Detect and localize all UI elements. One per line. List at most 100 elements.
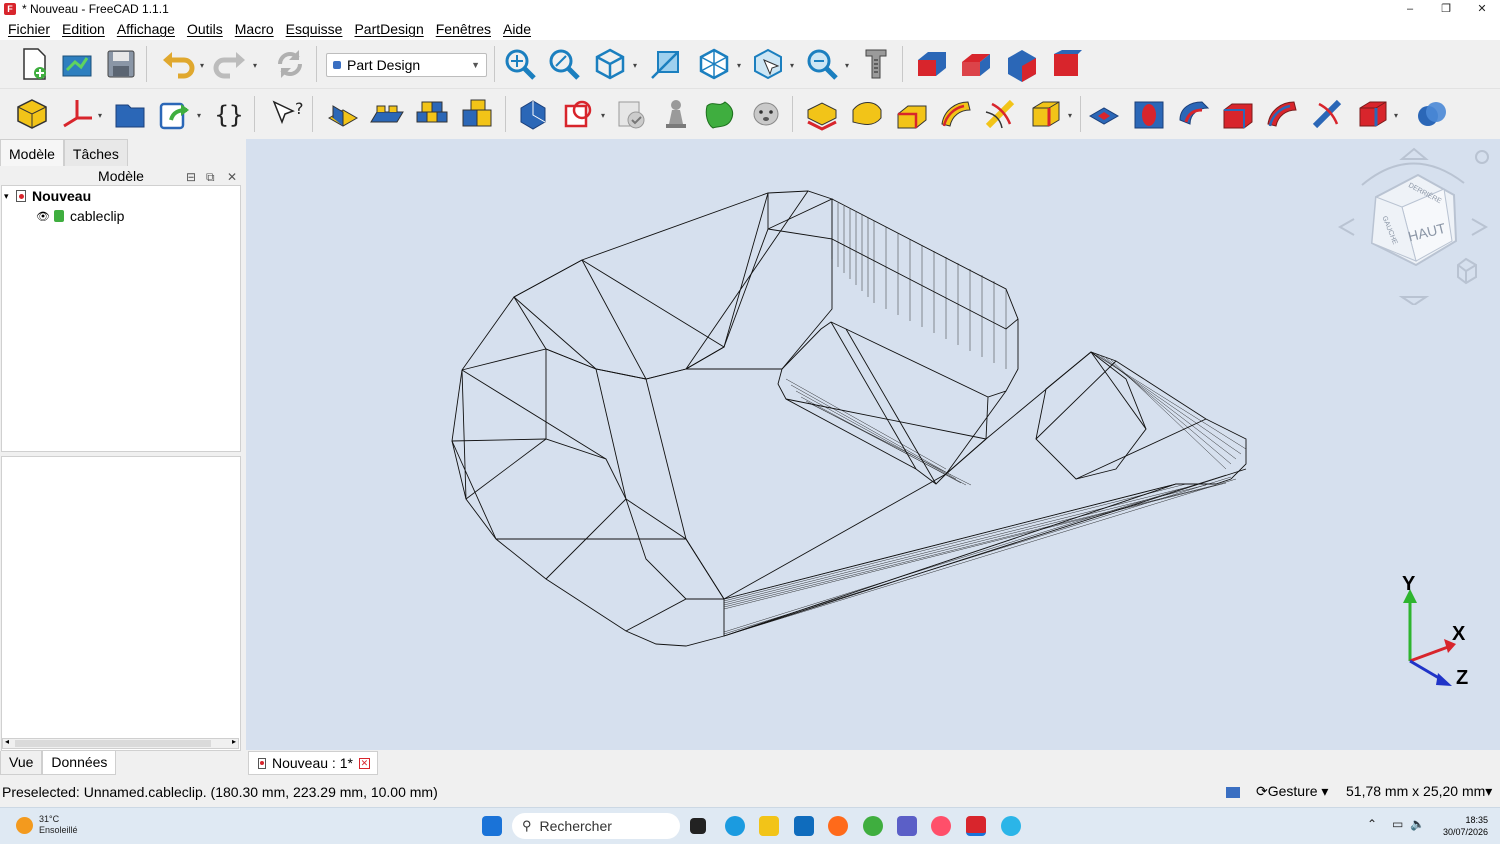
firefox-dev-icon[interactable] <box>931 816 951 836</box>
dimension-readout[interactable]: 51,78 mm x 25,20 mm▾ <box>1346 783 1492 800</box>
view-right-icon[interactable] <box>1004 46 1040 82</box>
additive-helix-icon[interactable] <box>982 96 1018 132</box>
sub-shape-binder-icon[interactable] <box>560 96 596 132</box>
validate-sketch-icon[interactable] <box>414 96 450 132</box>
fit-selection-icon[interactable] <box>546 46 582 82</box>
close-panel-icon[interactable]: ✕ <box>227 168 237 186</box>
navigation-style-selector[interactable]: ⟳Gesture ▾ <box>1256 783 1328 800</box>
view-rear-icon[interactable] <box>1048 46 1084 82</box>
pad-icon[interactable] <box>804 96 840 132</box>
network-icon[interactable]: ▭ <box>1392 817 1403 831</box>
weather-widget[interactable]: 31°C Ensoleillé <box>16 814 78 836</box>
create-part-icon[interactable] <box>112 96 148 132</box>
link-dropdown-icon[interactable]: ▾ <box>197 112 205 120</box>
windows-start-icon[interactable] <box>482 816 502 836</box>
create-body-icon[interactable] <box>14 96 50 132</box>
whats-this-icon[interactable]: ? <box>268 96 304 132</box>
tab-vue[interactable]: Vue <box>0 751 43 775</box>
volume-icon[interactable]: 🔈 <box>1410 817 1425 831</box>
menu-affichage[interactable]: Affichage <box>111 21 181 37</box>
additive-primitive-icon[interactable] <box>1027 96 1063 132</box>
new-document-icon[interactable] <box>16 46 52 82</box>
pocket-icon[interactable] <box>1086 96 1122 132</box>
tab-taches[interactable]: Tâches <box>63 139 128 166</box>
groove-icon[interactable] <box>1176 96 1212 132</box>
revolution-icon[interactable] <box>849 96 885 132</box>
task-view-icon[interactable] <box>690 818 706 834</box>
tree-item-cableclip[interactable]: 👁 cableclip <box>36 206 124 226</box>
subtractive-loft-icon[interactable] <box>1220 96 1256 132</box>
datum-icon[interactable] <box>59 96 95 132</box>
draw-style-dropdown-icon[interactable]: ▾ <box>737 62 745 70</box>
maximize-button[interactable]: ❐ <box>1428 0 1464 18</box>
wireframe-model[interactable] <box>246 139 1500 750</box>
freecad-taskbar-icon[interactable] <box>966 816 986 836</box>
float-icon[interactable]: ⧉ <box>206 168 215 186</box>
minimize-button[interactable]: – <box>1392 0 1428 18</box>
binder-dropdown-icon[interactable]: ▾ <box>601 112 609 120</box>
tray-chevron-icon[interactable]: ⌃ <box>1367 817 1377 831</box>
menu-partdesign[interactable]: PartDesign <box>348 21 429 37</box>
undo-dropdown-icon[interactable]: ▾ <box>200 62 208 70</box>
mirror-sketch-icon[interactable] <box>459 96 495 132</box>
menu-outils[interactable]: Outils <box>181 21 229 37</box>
zoom-dropdown-icon[interactable]: ▾ <box>845 62 853 70</box>
attach-sketch-icon[interactable] <box>369 96 405 132</box>
isometric-view-icon[interactable] <box>592 46 628 82</box>
measure-distance-icon[interactable] <box>648 46 684 82</box>
expand-arrow-icon[interactable]: ▾ <box>4 191 16 202</box>
subtractive-helix-icon[interactable] <box>1309 96 1345 132</box>
shape-binder-icon[interactable] <box>515 96 551 132</box>
collapse-icon[interactable]: ⊟ <box>186 168 196 186</box>
visibility-eye-icon[interactable]: 👁 <box>36 210 50 223</box>
boolean-icon[interactable] <box>1414 96 1450 132</box>
additive-loft-section-icon[interactable] <box>894 96 930 132</box>
tab-donnees[interactable]: Données <box>42 751 117 775</box>
box-selection-icon[interactable] <box>750 46 786 82</box>
clock[interactable]: 18:35 30/07/2026 <box>1443 814 1488 838</box>
scroll-left-icon[interactable]: ◂ <box>5 737 9 746</box>
app-green-icon[interactable] <box>863 816 883 836</box>
firefox-icon[interactable] <box>828 816 848 836</box>
menu-macro[interactable]: Macro <box>229 21 280 37</box>
draw-style-icon[interactable] <box>696 46 732 82</box>
link-icon[interactable] <box>157 96 193 132</box>
group-icon[interactable]: {} <box>211 96 247 132</box>
view-dropdown-icon[interactable]: ▾ <box>633 62 641 70</box>
fit-all-icon[interactable] <box>502 46 538 82</box>
app-blue-icon[interactable] <box>1001 816 1021 836</box>
menu-edition[interactable]: Edition <box>56 21 111 37</box>
menu-fichier[interactable]: Fichier <box>2 21 56 37</box>
subtractive-dropdown-icon[interactable]: ▾ <box>1394 112 1402 120</box>
refresh-icon[interactable] <box>272 46 308 82</box>
additive-loft-icon[interactable] <box>703 96 739 132</box>
view-top-icon[interactable] <box>958 46 994 82</box>
new-sketch-icon[interactable] <box>325 96 361 132</box>
edge-icon[interactable] <box>725 816 745 836</box>
teams-icon[interactable] <box>897 816 917 836</box>
menu-fenetres[interactable]: Fenêtres <box>430 21 497 37</box>
dog-icon[interactable] <box>748 96 784 132</box>
scroll-right-icon[interactable]: ▸ <box>232 737 236 746</box>
pawn-icon[interactable] <box>658 96 694 132</box>
redo-icon[interactable] <box>212 46 248 82</box>
navigation-cube[interactable]: HAUT DERRIÈRE GAUCHE <box>1332 145 1492 307</box>
save-document-icon[interactable] <box>103 46 139 82</box>
subtractive-pipe-icon[interactable] <box>1264 96 1300 132</box>
open-document-icon[interactable] <box>59 46 95 82</box>
outlook-icon[interactable] <box>794 816 814 836</box>
subtractive-primitive-icon[interactable] <box>1354 96 1390 132</box>
clone-icon[interactable] <box>614 96 650 132</box>
undo-icon[interactable] <box>160 46 196 82</box>
close-button[interactable]: ✕ <box>1464 0 1500 18</box>
menu-aide[interactable]: Aide <box>497 21 537 37</box>
additive-dropdown-icon[interactable]: ▾ <box>1068 112 1076 120</box>
redo-dropdown-icon[interactable]: ▾ <box>253 62 261 70</box>
datum-dropdown-icon[interactable]: ▾ <box>98 112 106 120</box>
measure-icon[interactable] <box>858 46 894 82</box>
menu-esquisse[interactable]: Esquisse <box>280 21 349 37</box>
taskbar-search[interactable]: ⚲ Rechercher <box>512 813 680 839</box>
document-tab[interactable]: Nouveau : 1* ✕ <box>248 751 378 775</box>
tab-modele[interactable]: Modèle <box>0 139 64 166</box>
hole-icon[interactable] <box>1131 96 1167 132</box>
